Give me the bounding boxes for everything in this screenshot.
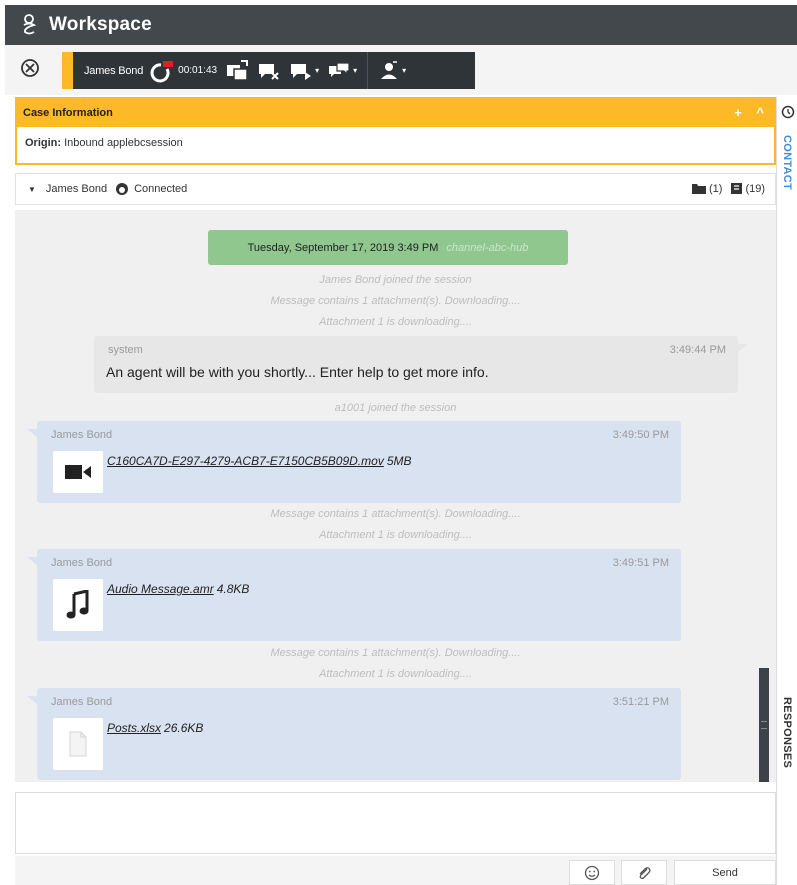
collapse-party-chevron-icon[interactable]: ▼ xyxy=(28,185,36,194)
history-count: (19) xyxy=(745,182,765,195)
customer-message-bubble: James Bond 3:51:21 PM Posts.xlsx 26.6KB xyxy=(27,688,681,780)
collapse-case-button[interactable]: ^ xyxy=(756,105,764,120)
consult-chat-icon xyxy=(291,63,312,80)
case-information-header: Case Information + ^ xyxy=(17,99,774,127)
chat-transcript[interactable]: Tuesday, September 17, 2019 3:49 PM chan… xyxy=(15,210,776,782)
attachment-filename[interactable]: Posts.xlsx xyxy=(107,721,161,735)
party-name[interactable]: James Bond xyxy=(46,183,107,195)
contact-history-icon[interactable] xyxy=(730,182,743,195)
toolbar-contact-name[interactable]: James Bond xyxy=(84,65,143,77)
session-channel: channel-abc-hub xyxy=(446,241,529,254)
mark-done-icon xyxy=(259,63,279,80)
customer-message-bubble: James Bond 3:49:51 PM Audio Message.amr 4… xyxy=(27,549,681,641)
message-compose-input[interactable] xyxy=(15,792,776,854)
message-sender: system xyxy=(108,344,143,356)
attachment-filename[interactable]: Audio Message.amr xyxy=(107,582,214,596)
close-interaction-icon[interactable] xyxy=(19,57,41,79)
app-header: Workspace xyxy=(5,5,797,45)
attachment-link[interactable]: C160CA7D-E297-4279-ACB7-E7150CB5B09D.mov… xyxy=(107,454,412,468)
message-sender: James Bond xyxy=(51,557,113,569)
consult-button[interactable]: ▾ xyxy=(289,52,319,89)
attachment-size: 5MB xyxy=(386,454,412,468)
message-time: 3:51:21 PM xyxy=(612,696,669,708)
conference-button[interactable]: ▾ xyxy=(327,52,357,89)
history-clock-icon[interactable] xyxy=(781,105,795,119)
customer-message-bubble: James Bond 3:49:50 PM C160CA7D-E297-4279… xyxy=(27,421,681,503)
attachment-size: 26.6KB xyxy=(164,721,204,735)
message-text: An agent will be with you shortly... Ent… xyxy=(106,364,489,380)
document-icon[interactable] xyxy=(53,718,103,770)
interaction-accent-bar xyxy=(62,52,73,89)
case-origin-row: Origin: Inbound applebcsession xyxy=(17,127,774,159)
chevron-down-icon: ▾ xyxy=(402,66,407,75)
end-chat-icon xyxy=(150,60,174,82)
chevron-down-icon: ▾ xyxy=(353,66,358,75)
case-information-panel: Case Information + ^ Origin: Inbound app… xyxy=(15,97,776,165)
message-time: 3:49:44 PM xyxy=(669,344,726,356)
tab-contact[interactable]: CONTACT xyxy=(781,135,793,190)
origin-label: Origin: xyxy=(25,137,62,149)
system-notice: a1001 joined the session xyxy=(334,402,457,414)
system-notice: Message contains 1 attachment(s). Downlo… xyxy=(270,508,521,520)
system-message-bubble: system 3:49:44 PM An agent will be with … xyxy=(94,336,748,393)
chevron-down-icon: ▾ xyxy=(315,66,320,75)
system-notice: Attachment 1 is downloading.... xyxy=(319,529,472,541)
party-status: Connected xyxy=(134,183,188,195)
system-notice: Message contains 1 attachment(s). Downlo… xyxy=(270,295,521,307)
compose-toolbar: Send xyxy=(15,856,776,885)
connected-status-icon xyxy=(115,182,129,196)
video-icon[interactable] xyxy=(53,451,103,493)
smiley-icon xyxy=(584,865,600,880)
interaction-party-bar: ▼ James Bond Connected (1) (19) xyxy=(15,173,776,205)
add-case-data-button[interactable]: + xyxy=(734,105,742,120)
message-time: 3:49:51 PM xyxy=(612,557,669,569)
interaction-toolbar-row: James Bond 00:01:43 ▾ ▾ ▾ xyxy=(5,45,797,95)
tab-responses[interactable]: RESPONSES xyxy=(781,697,793,768)
party-counters: (1) (19) xyxy=(691,182,767,195)
message-sender: James Bond xyxy=(51,429,113,441)
interaction-toolbar: James Bond 00:01:43 ▾ ▾ ▾ xyxy=(62,52,475,89)
chat-timer: 00:01:43 xyxy=(178,65,218,76)
user-icon xyxy=(381,60,398,79)
origin-value: Inbound applebcsession xyxy=(64,137,183,149)
emoji-button[interactable] xyxy=(569,860,615,885)
system-notice: Message contains 1 attachment(s). Downlo… xyxy=(270,647,521,659)
conference-chat-icon xyxy=(329,61,350,77)
system-notice: Attachment 1 is downloading.... xyxy=(319,316,472,328)
end-chat-button[interactable] xyxy=(149,52,175,89)
attachment-link[interactable]: Audio Message.amr 4.8KB xyxy=(107,582,249,596)
system-notice: Attachment 1 is downloading.... xyxy=(319,668,472,680)
attachment-filename[interactable]: C160CA7D-E297-4279-ACB7-E7150CB5B09D.mov xyxy=(107,454,384,468)
case-folder-icon[interactable] xyxy=(691,182,707,195)
toolbar-divider xyxy=(367,52,369,89)
transfer-chat-icon xyxy=(227,59,249,81)
session-date-banner: Tuesday, September 17, 2019 3:49 PM chan… xyxy=(208,230,568,265)
transfer-button[interactable] xyxy=(225,52,249,89)
attachment-size: 4.8KB xyxy=(216,582,250,596)
attachment-link[interactable]: Posts.xlsx 26.6KB xyxy=(107,721,203,735)
session-date: Tuesday, September 17, 2019 3:49 PM xyxy=(247,241,439,254)
paperclip-icon xyxy=(639,866,651,879)
case-information-title: Case Information xyxy=(23,107,113,119)
done-button[interactable] xyxy=(257,52,281,89)
party-actions-button[interactable]: ▾ xyxy=(378,52,406,89)
message-time: 3:49:50 PM xyxy=(612,429,669,441)
case-count: (1) xyxy=(708,182,723,195)
side-tab-strip: CONTACT RESPONSES xyxy=(776,97,797,885)
system-notice: James Bond joined the session xyxy=(319,274,472,286)
app-title: Workspace xyxy=(49,14,152,35)
scrollbar-grip-icon[interactable] xyxy=(761,721,767,729)
message-sender: James Bond xyxy=(51,696,113,708)
genesys-logo-icon xyxy=(15,11,43,39)
send-button[interactable]: Send xyxy=(674,860,776,885)
music-note-icon[interactable] xyxy=(53,579,103,631)
attach-file-button[interactable] xyxy=(621,860,667,885)
